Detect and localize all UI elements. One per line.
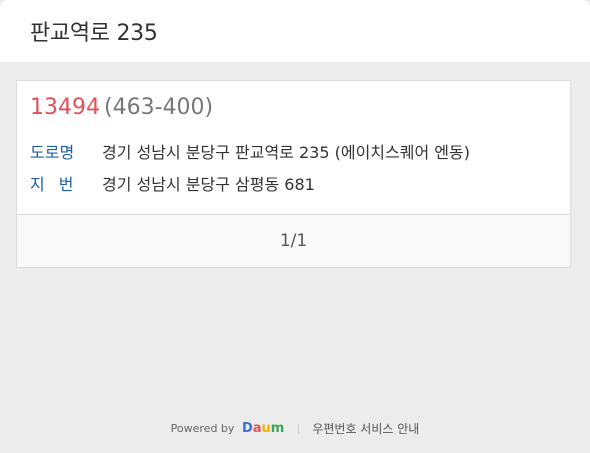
page-title: 판교역로 235	[30, 21, 158, 46]
jibun-address-label: 지번	[30, 175, 88, 194]
footer-divider	[297, 423, 299, 434]
header: 판교역로 235	[0, 0, 590, 62]
road-address[interactable]: 경기 성남시 분당구 판교역로 235 (에이치스퀘어 엔동)	[102, 143, 470, 162]
zip-code[interactable]: 13494	[30, 95, 100, 120]
pagination: 1/1	[17, 214, 570, 267]
daum-logo[interactable]: Daum	[242, 421, 284, 436]
result-item[interactable]: 13494 (463-400) 도로명 경기 성남시 분당구 판교역로 235 (에…	[17, 81, 570, 214]
old-zip-code: (463-400)	[104, 95, 214, 120]
jibun-address[interactable]: 경기 성남시 분당구 삼평동 681	[102, 175, 315, 194]
powered-by-text: Powered by	[170, 422, 235, 435]
road-address-row[interactable]: 도로명 경기 성남시 분당구 판교역로 235 (에이치스퀘어 엔동)	[30, 139, 470, 163]
footer: Powered by Daum 우편번호 서비스 안내	[0, 420, 590, 437]
zip-line: 13494 (463-400)	[30, 95, 213, 120]
service-guide-link[interactable]: 우편번호 서비스 안내	[312, 420, 419, 437]
road-address-label: 도로명	[30, 143, 75, 162]
result-card[interactable]: 13494 (463-400) 도로명 경기 성남시 분당구 판교역로 235 (에…	[16, 80, 571, 268]
jibun-address-row[interactable]: 지번 경기 성남시 분당구 삼평동 681	[30, 171, 315, 195]
